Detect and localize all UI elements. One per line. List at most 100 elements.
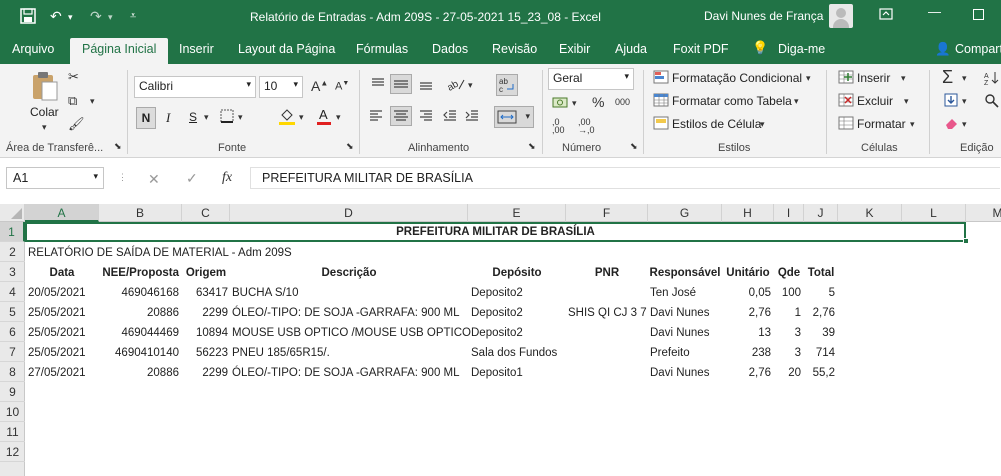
- cell-deposito[interactable]: Sala dos Fundos: [471, 343, 557, 363]
- cell-unitario[interactable]: 0,05: [722, 283, 771, 303]
- cell-nee[interactable]: 20886: [99, 303, 179, 323]
- increase-font-icon[interactable]: A▲: [311, 78, 328, 94]
- merge-center-icon[interactable]: ▾: [494, 106, 534, 128]
- font-name-select[interactable]: Calibri ▾: [134, 76, 256, 98]
- ribbon-display-icon[interactable]: [879, 8, 893, 23]
- tab-arquivo[interactable]: Arquivo: [12, 42, 54, 56]
- cell-qde[interactable]: 1: [774, 303, 801, 323]
- cell-unitario[interactable]: 238: [722, 343, 771, 363]
- cell-nee[interactable]: 469044469: [99, 323, 179, 343]
- conditional-format-icon[interactable]: [653, 70, 669, 87]
- cell-deposito[interactable]: Deposito1: [471, 363, 523, 383]
- header-data[interactable]: Data: [25, 263, 99, 283]
- format-button[interactable]: Formatar: [857, 117, 906, 131]
- cell-unitario[interactable]: 2,76: [722, 303, 771, 323]
- header-nee[interactable]: NEE/Proposta: [99, 263, 179, 283]
- report-subtitle[interactable]: RELATÓRIO DE SAÍDA DE MATERIAL - Adm 209…: [28, 243, 292, 263]
- column-header-h[interactable]: H: [722, 204, 774, 222]
- font-launcher-icon[interactable]: ⬊: [346, 141, 354, 152]
- header-origem[interactable]: Origem: [182, 263, 230, 283]
- cell-qde[interactable]: 20: [774, 363, 801, 383]
- tab-revisao[interactable]: Revisão: [492, 42, 537, 56]
- share-button[interactable]: Compart: [955, 42, 1001, 56]
- minimize-icon[interactable]: —: [928, 4, 941, 19]
- fill-handle[interactable]: [963, 238, 969, 244]
- number-format-select[interactable]: Geral ▾: [548, 68, 634, 90]
- cell-pnr[interactable]: SHIS QI CJ 3 7: [568, 303, 647, 323]
- format-table-button[interactable]: Formatar como Tabela: [672, 94, 792, 108]
- format-table-icon[interactable]: [653, 93, 669, 110]
- font-color-dropdown-icon[interactable]: ▾: [336, 112, 341, 123]
- column-header-k[interactable]: K: [838, 204, 902, 222]
- header-responsavel[interactable]: Responsável: [648, 263, 722, 283]
- tell-me-search[interactable]: Diga-me: [778, 42, 825, 56]
- header-total[interactable]: Total: [804, 263, 838, 283]
- underline-button[interactable]: S: [189, 110, 197, 124]
- paste-button[interactable]: Colar: [30, 105, 59, 119]
- chevron-down-icon[interactable]: ▾: [962, 96, 967, 107]
- cancel-icon[interactable]: ✕: [148, 171, 160, 188]
- cell-nee[interactable]: 20886: [99, 363, 179, 383]
- redo-dropdown-icon[interactable]: ▾: [108, 12, 113, 23]
- redo-icon[interactable]: ↷: [90, 8, 102, 25]
- align-top-icon[interactable]: [370, 76, 386, 95]
- cell-origem[interactable]: 63417: [182, 283, 228, 303]
- align-right-icon[interactable]: [418, 108, 434, 127]
- chevron-down-icon[interactable]: ▾: [962, 119, 967, 130]
- chevron-down-icon[interactable]: ▾: [760, 119, 765, 130]
- cut-icon[interactable]: ✂: [68, 69, 79, 85]
- align-center-icon[interactable]: [390, 106, 412, 126]
- save-icon[interactable]: [20, 8, 36, 27]
- cell-total[interactable]: 714: [804, 343, 835, 363]
- align-bottom-icon[interactable]: [418, 76, 434, 95]
- row-header[interactable]: 4: [0, 282, 25, 302]
- clipboard-launcher-icon[interactable]: ⬊: [114, 141, 122, 152]
- cell-total[interactable]: 39: [804, 323, 835, 343]
- cell-descricao[interactable]: ÓLEO/-TIPO: DE SOJA -GARRAFA: 900 ML: [232, 303, 460, 323]
- cell-responsavel[interactable]: Davi Nunes: [650, 363, 709, 383]
- font-color-icon[interactable]: A: [316, 107, 332, 128]
- name-box[interactable]: A1 ▾: [6, 167, 104, 189]
- header-descricao[interactable]: Descrição: [230, 263, 468, 283]
- chevron-down-icon[interactable]: ▾: [901, 73, 906, 84]
- tab-inserir[interactable]: Inserir: [179, 42, 214, 56]
- header-deposito[interactable]: Depósito: [468, 263, 566, 283]
- avatar[interactable]: [829, 4, 853, 28]
- cell-unitario[interactable]: 13: [722, 323, 771, 343]
- number-launcher-icon[interactable]: ⬊: [630, 141, 638, 152]
- cell-data[interactable]: 25/05/2021: [28, 323, 86, 343]
- header-unitario[interactable]: Unitário: [722, 263, 774, 283]
- decrease-font-icon[interactable]: A▼: [335, 80, 349, 93]
- row-header[interactable]: 12: [0, 442, 25, 462]
- paste-icon[interactable]: [30, 70, 60, 105]
- comma-style-icon[interactable]: 000: [615, 97, 630, 107]
- conditional-format-button[interactable]: Formatação Condicional: [672, 71, 802, 85]
- chevron-down-icon[interactable]: ▾: [806, 73, 811, 84]
- column-header-l[interactable]: L: [902, 204, 966, 222]
- row-header[interactable]: 6: [0, 322, 25, 342]
- cell-styles-button[interactable]: Estilos de Célula: [672, 117, 761, 131]
- fill-icon[interactable]: [944, 93, 958, 110]
- column-header-d[interactable]: D: [230, 204, 468, 222]
- row-header[interactable]: 7: [0, 342, 25, 362]
- tab-dados[interactable]: Dados: [432, 42, 468, 56]
- row-header[interactable]: 11: [0, 422, 25, 442]
- decrease-indent-icon[interactable]: [442, 108, 458, 127]
- user-name[interactable]: Davi Nunes de França: [704, 9, 823, 23]
- chevron-down-icon[interactable]: ▾: [794, 96, 799, 107]
- find-select-icon[interactable]: [984, 93, 1000, 112]
- cell-data[interactable]: 25/05/2021: [28, 303, 86, 323]
- cell-descricao[interactable]: MOUSE USB OPTICO /MOUSE USB OPTICO: [232, 323, 471, 343]
- fill-color-icon[interactable]: [278, 107, 296, 128]
- column-header-e[interactable]: E: [468, 204, 566, 222]
- cell-responsavel[interactable]: Prefeito: [650, 343, 690, 363]
- row-header[interactable]: 5: [0, 302, 25, 322]
- chevron-down-icon[interactable]: ▾: [910, 119, 915, 130]
- row-header[interactable]: 2: [0, 242, 25, 262]
- cell-nee[interactable]: 4690410140: [99, 343, 179, 363]
- row-header[interactable]: 3: [0, 262, 25, 282]
- delete-cells-icon[interactable]: [838, 93, 854, 110]
- cell-descricao[interactable]: ÓLEO/-TIPO: DE SOJA -GARRAFA: 900 ML: [232, 363, 460, 383]
- chevron-down-icon[interactable]: ▾: [904, 96, 909, 107]
- sort-filter-icon[interactable]: AZ: [984, 70, 1000, 89]
